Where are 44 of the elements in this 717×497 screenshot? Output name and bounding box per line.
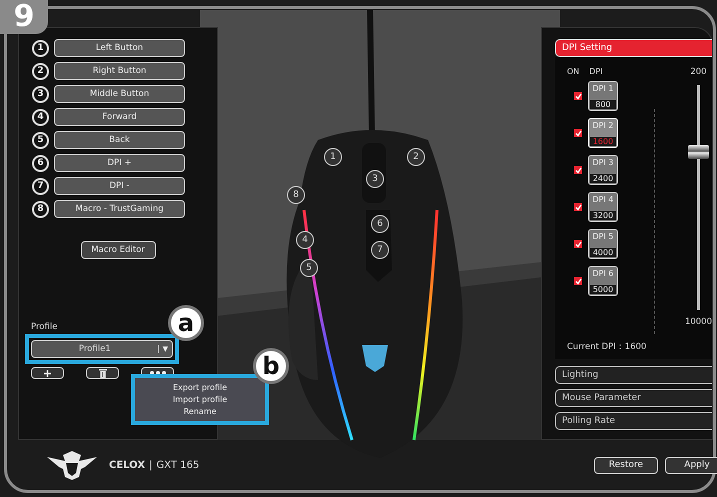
footer-button[interactable]: Restore xyxy=(594,456,658,474)
button-assignment[interactable]: Middle Button xyxy=(54,85,185,103)
section-tab[interactable]: Mouse Parameter xyxy=(555,389,712,407)
button-number: 1 xyxy=(32,40,49,56)
button-assignment[interactable]: Back xyxy=(54,131,185,149)
button-number: 3 xyxy=(32,86,49,102)
macro-editor-button[interactable]: Macro Editor xyxy=(80,241,156,259)
button-assignment[interactable]: DPI + xyxy=(54,154,185,172)
profile-label: Profile xyxy=(31,322,58,332)
button-assignment[interactable]: DPI - xyxy=(54,177,185,195)
dpi-setting-tab[interactable]: DPI Setting xyxy=(555,39,712,57)
section-tab[interactable]: Polling Rate xyxy=(555,412,712,430)
button-number: 8 xyxy=(32,200,49,218)
slider-min-label: 200 xyxy=(690,67,707,77)
add-profile-button[interactable]: + xyxy=(31,367,64,379)
step-badge: 9 xyxy=(0,0,48,34)
dpi-header: DPI xyxy=(589,67,603,76)
button-number: 2 xyxy=(32,62,49,80)
button-number: 5 xyxy=(32,132,49,148)
button-assignment[interactable]: Macro - TrustGaming xyxy=(54,200,185,218)
button-number: 6 xyxy=(32,154,49,172)
menu-item[interactable]: Export profile xyxy=(173,383,227,392)
footer-button[interactable]: Apply xyxy=(665,456,717,474)
dpi-stage-button[interactable]: DPI 5 4000 xyxy=(588,229,618,259)
menu-item[interactable]: Rename xyxy=(184,407,216,416)
dpi-stage-button[interactable]: DPI 2 1600 xyxy=(588,118,618,148)
button-assignment[interactable]: Left Button xyxy=(54,39,185,57)
current-dpi: Current DPI：1600 xyxy=(567,341,648,353)
on-header: ON xyxy=(567,67,580,76)
button-assignment[interactable]: Right Button xyxy=(54,62,185,80)
button-number: 4 xyxy=(32,108,49,126)
product-model: GXT 165 xyxy=(156,460,200,470)
separator: | xyxy=(149,460,152,470)
dpi-stage-button[interactable]: DPI 1 800 xyxy=(588,81,618,111)
button-number: 7 xyxy=(32,178,49,194)
slider-max-label: 10000 xyxy=(684,317,712,327)
section-tab[interactable]: Lighting xyxy=(555,366,712,384)
dpi-stage-button[interactable]: DPI 4 3200 xyxy=(588,192,618,222)
button-assignment[interactable]: Forward xyxy=(54,108,185,126)
product-name: CELOX xyxy=(109,460,146,470)
dpi-stage-button[interactable]: DPI 6 5000 xyxy=(588,266,618,296)
menu-item[interactable]: Import profile xyxy=(172,395,228,404)
profile-name: Profile1 xyxy=(78,344,112,354)
dpi-stage-button[interactable]: DPI 3 2400 xyxy=(588,155,618,185)
